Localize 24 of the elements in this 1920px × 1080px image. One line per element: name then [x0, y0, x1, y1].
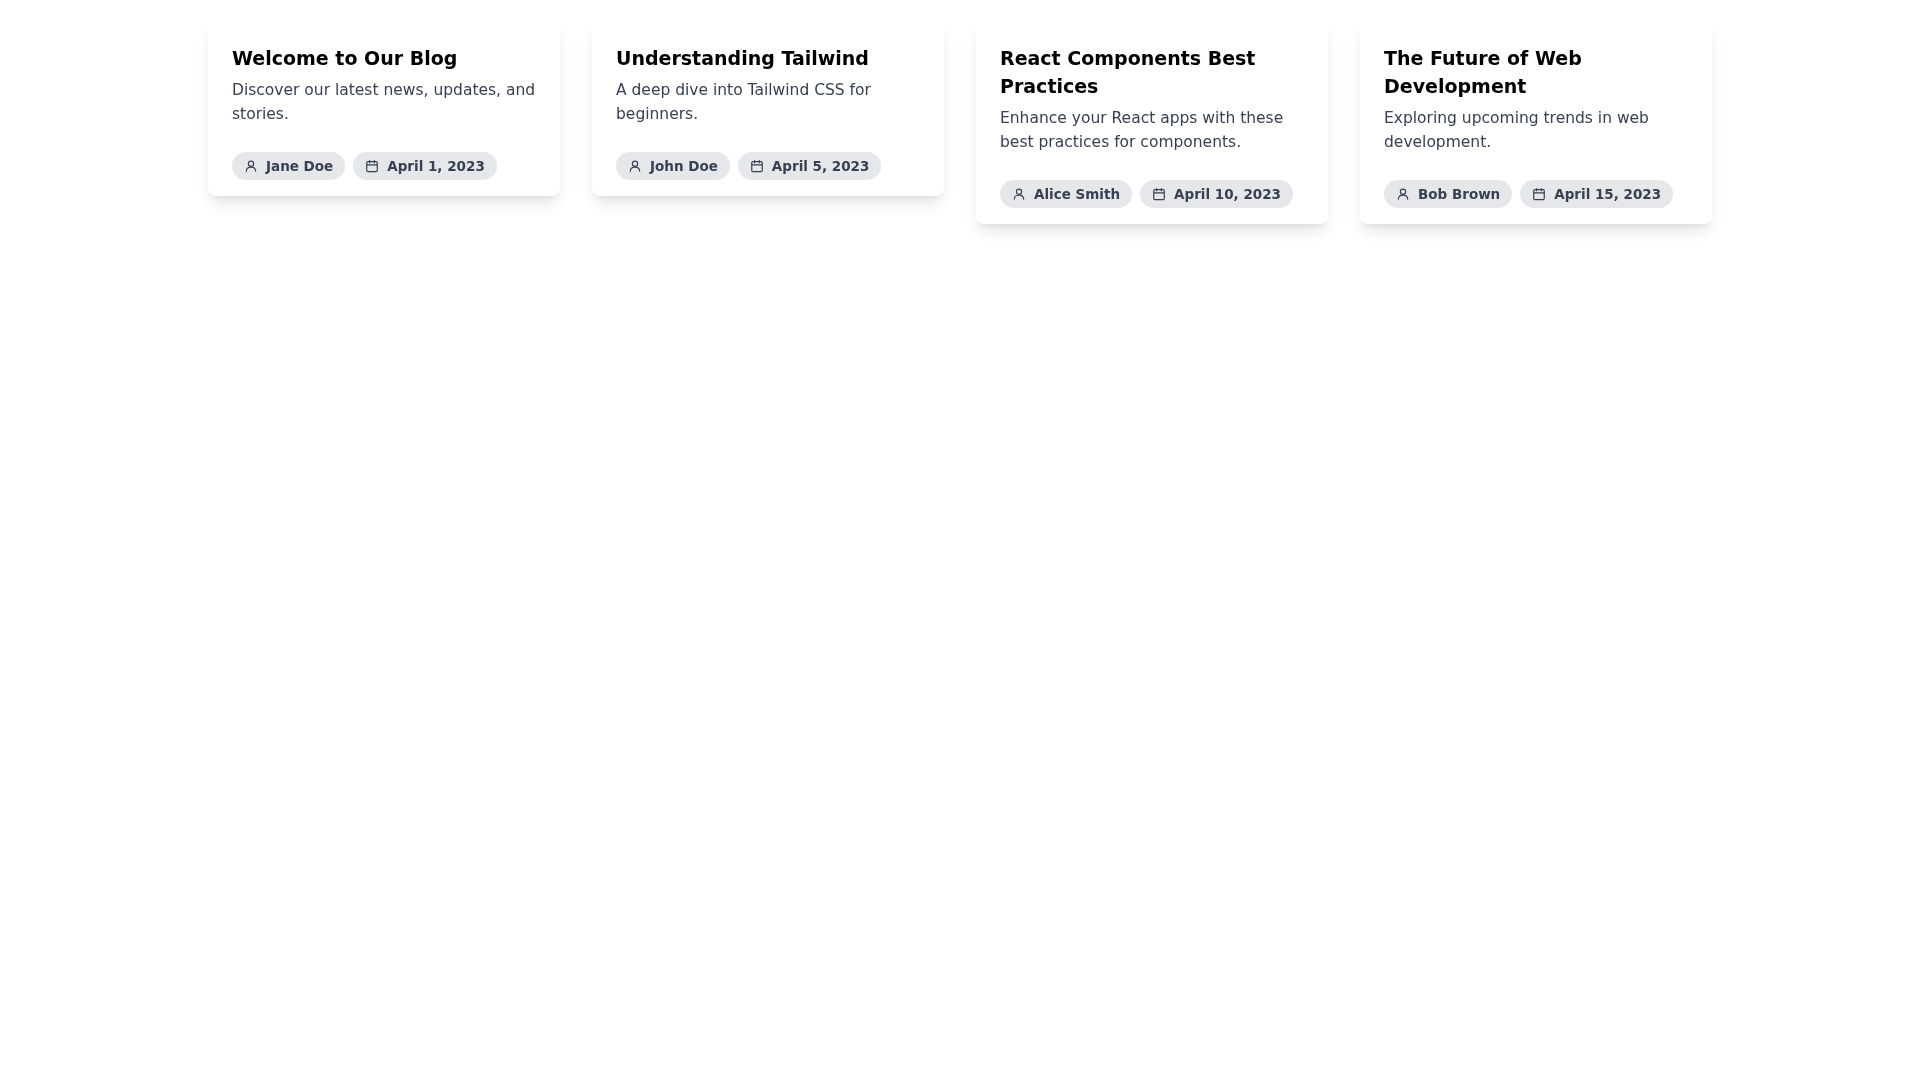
post-description: Exploring upcoming trends in web development. [1384, 108, 1650, 153]
post-title: Welcome to Our Blog [232, 46, 459, 71]
user-icon [1012, 187, 1026, 201]
date-tag: April 1, 2023 [353, 152, 497, 180]
date-tag: April 15, 2023 [1520, 180, 1674, 208]
post-title: Understanding Tailwind [616, 46, 870, 71]
author-tag: Jane Doe [232, 152, 346, 180]
date-tag: April 5, 2023 [737, 152, 882, 180]
author-tag: Bob Brown [1384, 180, 1513, 208]
calendar-icon [1532, 187, 1547, 201]
user-icon [1396, 187, 1410, 201]
author-tag: John Doe [616, 152, 730, 180]
post-description: Enhance your React apps with these best practices for components. [1000, 108, 1285, 153]
calendar-icon [365, 159, 380, 173]
date-tag: April 10, 2023 [1140, 180, 1293, 208]
calendar-icon [1152, 187, 1167, 201]
post-description: A deep dive into Tailwind CSS for beginners. [616, 80, 872, 125]
post-description: Discover our latest news, updates, and stories. [232, 80, 536, 125]
user-icon [244, 159, 258, 173]
calendar-icon [749, 159, 764, 173]
user-icon [628, 159, 642, 173]
post-title: React Components Best Practices [1000, 46, 1257, 99]
author-tag: Alice Smith [1000, 180, 1133, 208]
post-title: The Future of Web Development [1384, 46, 1583, 99]
